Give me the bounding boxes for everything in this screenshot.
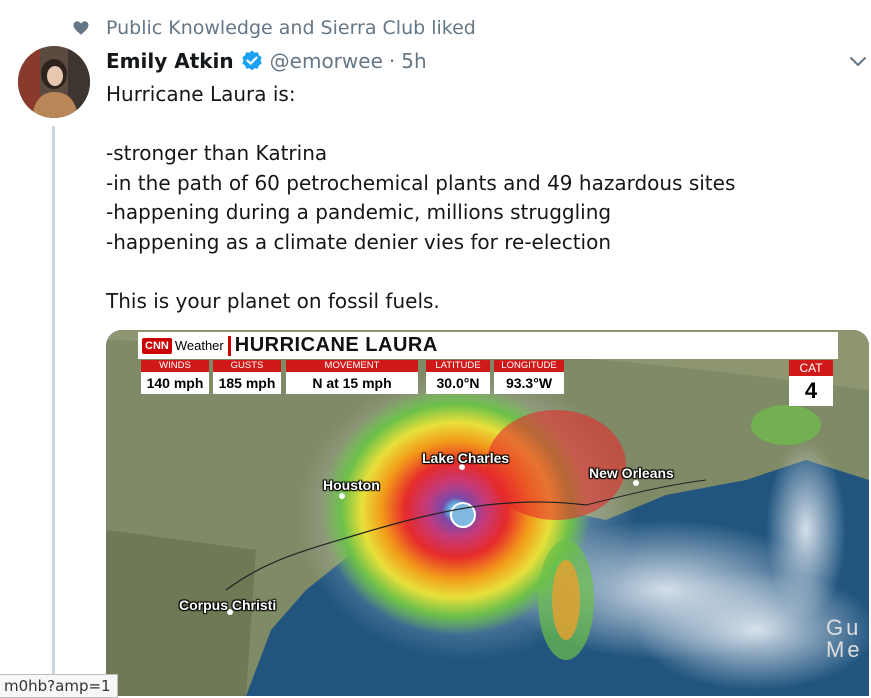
city-lake-charles: Lake Charles — [422, 450, 510, 466]
category-label: CAT — [789, 360, 833, 376]
stat-movement: MOVEMENT N at 15 mph — [286, 360, 418, 394]
city-corpus-christi: Corpus Christi — [179, 597, 277, 613]
stat-value: 185 mph — [213, 372, 281, 394]
author-handle[interactable]: @emorwee — [270, 49, 383, 73]
social-context-text: Public Knowledge and Sierra Club liked — [106, 17, 476, 39]
avatar[interactable] — [18, 46, 90, 118]
stat-longitude: LONGITUDE 93.3°W — [494, 360, 564, 394]
thread-line — [52, 126, 55, 696]
category-box: CAT 4 — [789, 360, 833, 406]
author-name[interactable]: Emily Atkin — [106, 49, 234, 73]
city-houston: Houston — [323, 477, 380, 493]
category-value: 4 — [789, 376, 833, 406]
tweet-header: Emily Atkin @emorwee · 5h — [106, 46, 427, 76]
status-bar-url: m0hb?amp=1 — [0, 674, 118, 698]
city-new-orleans: New Orleans — [589, 465, 674, 481]
cnn-weather-label: Weather — [174, 338, 224, 353]
gulf-label: Gu Me — [826, 615, 863, 662]
stat-label: GUSTS — [213, 360, 281, 372]
social-context[interactable]: Public Knowledge and Sierra Club liked — [72, 15, 476, 41]
stat-value: 30.0°N — [426, 372, 490, 394]
stat-label: LONGITUDE — [494, 360, 564, 372]
stat-label: LATITUDE — [426, 360, 490, 372]
verified-badge-icon — [241, 50, 262, 71]
tweet-timestamp[interactable]: 5h — [401, 49, 426, 73]
stat-label: WINDS — [141, 360, 209, 372]
cnn-logo: CNN — [142, 337, 172, 354]
tweet-media-image[interactable]: CNN Weather HURRICANE LAURA WINDS 140 mp… — [106, 330, 869, 696]
stat-label: MOVEMENT — [286, 360, 418, 372]
chevron-down-icon[interactable] — [847, 50, 869, 72]
stat-winds: WINDS 140 mph — [141, 360, 209, 394]
separator-dot: · — [388, 49, 396, 73]
stat-value: 140 mph — [141, 372, 209, 394]
cnn-title-bar: CNN Weather HURRICANE LAURA — [138, 332, 838, 359]
stat-latitude: LATITUDE 30.0°N — [426, 360, 490, 394]
tweet-text: Hurricane Laura is: -stronger than Katri… — [106, 82, 736, 313]
title-divider — [227, 335, 231, 356]
stat-value: N at 15 mph — [286, 372, 418, 394]
heart-icon — [73, 21, 89, 35]
stat-value: 93.3°W — [494, 372, 564, 394]
stat-gusts: GUSTS 185 mph — [213, 360, 281, 394]
headline: HURRICANE LAURA — [234, 334, 438, 356]
